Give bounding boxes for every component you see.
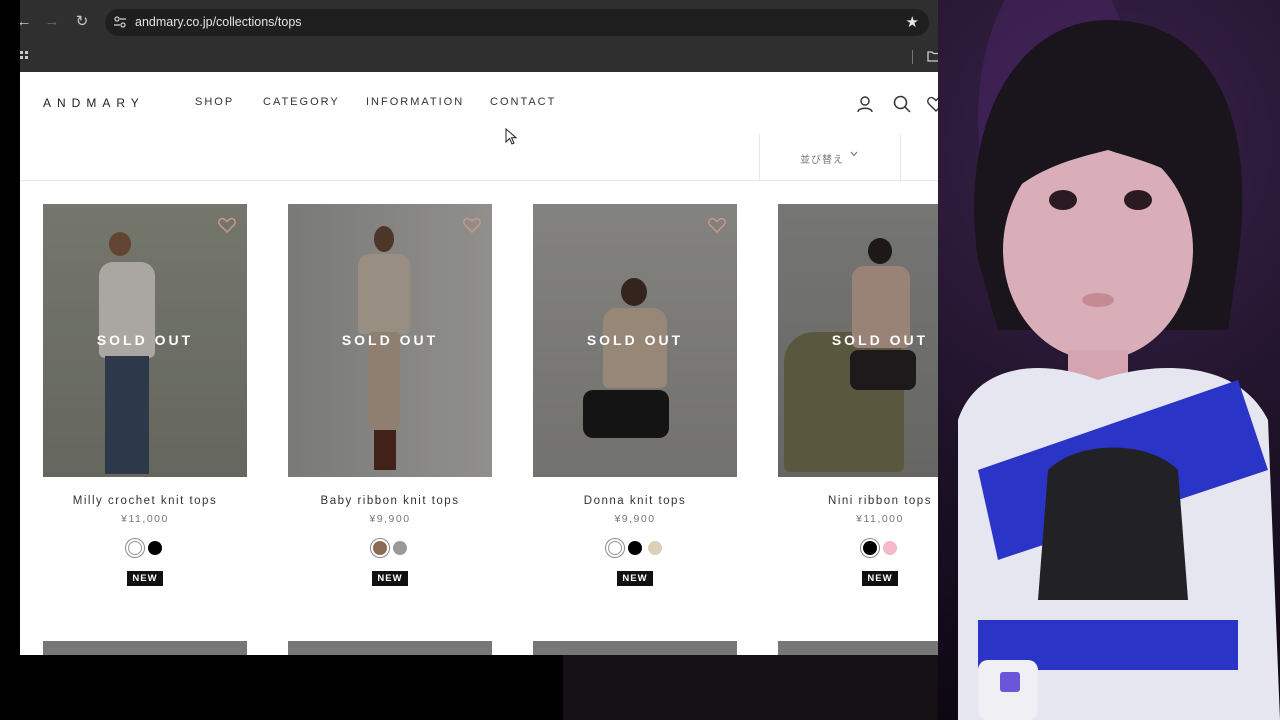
sold-out-label: SOLD OUT xyxy=(341,332,439,348)
mouse-cursor-icon xyxy=(505,128,517,145)
product-image[interactable]: SOLD OUT xyxy=(778,204,938,477)
next-product-image[interactable] xyxy=(43,641,247,655)
heart-icon[interactable] xyxy=(217,216,237,234)
next-product-image[interactable] xyxy=(778,641,938,655)
swatch-black[interactable] xyxy=(863,541,877,555)
sold-out-label: SOLD OUT xyxy=(831,332,929,348)
product-card[interactable]: SOLD OUT Baby ribbon knit tops ¥9,900 NE… xyxy=(288,204,492,586)
chevron-down-icon xyxy=(850,151,858,157)
heart-icon[interactable] xyxy=(707,216,727,234)
product-card[interactable]: SOLD OUT Nini ribbon tops ¥11,000 NEW xyxy=(778,204,938,586)
forward-arrow-icon[interactable]: → xyxy=(42,12,62,32)
sold-out-label: SOLD OUT xyxy=(96,332,194,348)
product-card[interactable]: SOLD OUT Donna knit tops ¥9,900 NEW xyxy=(533,204,737,586)
swatch-black[interactable] xyxy=(148,541,162,555)
product-image[interactable]: SOLD OUT xyxy=(288,204,492,477)
menu-contact[interactable]: CONTACT xyxy=(490,96,556,108)
product-card[interactable]: SOLD OUT Milly crochet knit tops ¥11,000… xyxy=(43,204,247,586)
color-swatches xyxy=(533,541,737,555)
streamer-figure xyxy=(958,0,1280,720)
swatch-beige[interactable] xyxy=(648,541,662,555)
product-price: ¥9,900 xyxy=(369,513,411,525)
product-price: ¥11,000 xyxy=(856,513,904,525)
bookmarks-bar xyxy=(20,44,938,73)
background-desk xyxy=(563,655,938,720)
next-product-image[interactable] xyxy=(533,641,737,655)
product-name[interactable]: Baby ribbon knit tops xyxy=(288,495,492,507)
swatch-brown[interactable] xyxy=(373,541,387,555)
next-product-image[interactable] xyxy=(288,641,492,655)
heart-icon[interactable] xyxy=(462,216,482,234)
new-badge: NEW xyxy=(372,571,408,586)
menu-information[interactable]: INFORMATION xyxy=(366,96,464,108)
store-page: ANDMARY SHOP CATEGORY INFORMATION CONTAC… xyxy=(20,72,938,655)
toolbar-divider xyxy=(20,180,938,181)
browser-toolbar: ← → ↻ andmary.co.jp/collections/tops ★ xyxy=(20,0,938,44)
product-name[interactable]: Milly crochet knit tops xyxy=(43,495,247,507)
swatch-white[interactable] xyxy=(608,541,622,555)
product-image[interactable]: SOLD OUT xyxy=(533,204,737,477)
webcam-overlay xyxy=(938,0,1280,720)
swatch-pink[interactable] xyxy=(883,541,897,555)
back-arrow-icon[interactable]: ← xyxy=(20,12,34,32)
new-badge: NEW xyxy=(127,571,163,586)
address-bar[interactable]: andmary.co.jp/collections/tops ★ xyxy=(105,9,929,36)
color-swatches xyxy=(288,541,492,555)
menu-shop[interactable]: SHOP xyxy=(195,96,234,108)
site-settings-icon[interactable] xyxy=(113,15,127,29)
product-price: ¥11,000 xyxy=(121,513,169,525)
product-name[interactable]: Donna knit tops xyxy=(533,495,737,507)
search-icon[interactable] xyxy=(892,94,912,114)
new-badge: NEW xyxy=(617,571,653,586)
swatch-black[interactable] xyxy=(628,541,642,555)
product-price: ¥9,900 xyxy=(614,513,656,525)
product-name[interactable]: Nini ribbon tops xyxy=(778,495,938,507)
reload-icon[interactable]: ↻ xyxy=(72,12,92,32)
browser-window: ← → ↻ andmary.co.jp/collections/tops ★ A… xyxy=(20,0,938,655)
product-image[interactable]: SOLD OUT xyxy=(43,204,247,477)
bookmark-folder-icon[interactable] xyxy=(927,51,938,62)
bookmark-star-icon[interactable]: ★ xyxy=(906,13,919,31)
url-text[interactable]: andmary.co.jp/collections/tops xyxy=(135,15,302,29)
sort-label: 並び替え xyxy=(800,155,844,166)
wishlist-heart-icon[interactable] xyxy=(926,94,938,114)
color-swatches xyxy=(778,541,938,555)
new-badge: NEW xyxy=(862,571,898,586)
account-icon[interactable] xyxy=(855,94,875,114)
sold-out-label: SOLD OUT xyxy=(586,332,684,348)
menu-category[interactable]: CATEGORY xyxy=(263,96,340,108)
apps-grid-icon[interactable] xyxy=(20,51,28,63)
swatch-white[interactable] xyxy=(128,541,142,555)
sort-dropdown[interactable]: 並び替え xyxy=(759,134,901,180)
bookmarks-separator xyxy=(912,50,913,64)
color-swatches xyxy=(43,541,247,555)
swatch-gray[interactable] xyxy=(393,541,407,555)
andmary-logo[interactable]: ANDMARY xyxy=(43,96,145,110)
